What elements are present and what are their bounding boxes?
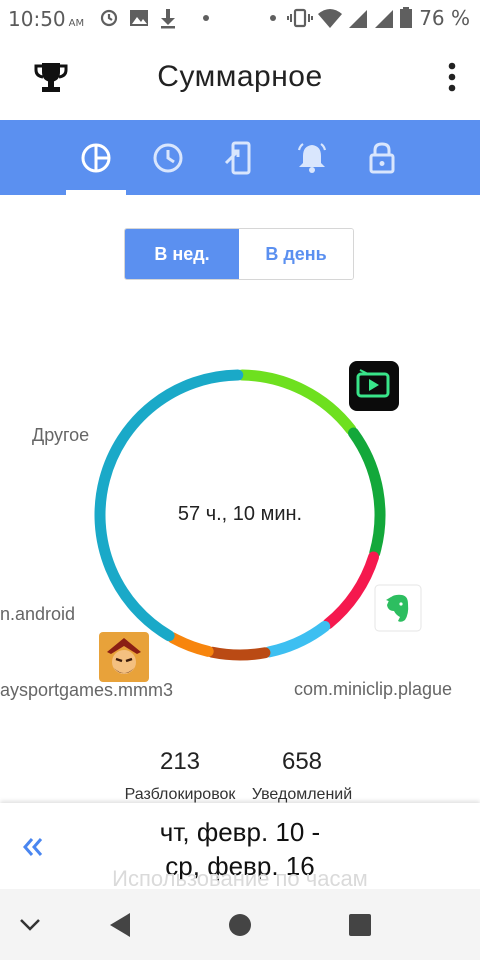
page-title: Суммарное	[157, 60, 323, 93]
donut-slice-4[interactable]	[206, 646, 271, 661]
slice-label-plague: com.miniclip.plague	[294, 679, 453, 699]
status-time: 10:50 AM	[8, 7, 84, 31]
status-right: 76 %	[263, 6, 470, 30]
sync-icon	[100, 9, 118, 27]
recents-square-icon	[349, 913, 371, 936]
donut-slice-0[interactable]	[236, 369, 357, 436]
donut-slice-3[interactable]	[263, 620, 331, 658]
unlocks-value: 213	[159, 748, 201, 775]
double-chevron-left-icon[interactable]	[22, 837, 44, 857]
image-icon	[130, 10, 148, 26]
donut-slice-1[interactable]	[348, 427, 386, 559]
notification-icons	[100, 9, 209, 29]
app-bar: Суммарное	[0, 36, 480, 120]
ampm-text: AM	[68, 18, 85, 29]
chevron-down-icon	[20, 918, 40, 931]
back-triangle-icon	[110, 912, 130, 937]
nav-back-button[interactable]	[96, 889, 144, 960]
notifications-stat: 658 Уведомлений	[232, 748, 372, 804]
dot-small-icon	[270, 15, 277, 21]
nav-recents-button[interactable]	[336, 889, 384, 960]
system-nav-bar	[0, 889, 480, 960]
tab-bar	[0, 120, 480, 195]
donut-slice-5[interactable]	[167, 632, 214, 657]
vibrate-icon	[287, 8, 314, 28]
slice-label-mmm3: aysportgames.mmm3	[0, 680, 174, 700]
date-range-start: чт, февр. 10 -	[159, 817, 321, 847]
more-vert-icon[interactable]	[448, 62, 456, 92]
battery-percent: 76 %	[419, 6, 470, 30]
dot-icon	[203, 15, 209, 21]
week-toggle-button[interactable]: В нед.	[125, 229, 239, 279]
clock-icon	[153, 143, 183, 172]
nav-home-button[interactable]	[216, 889, 264, 960]
tab-summary[interactable]	[66, 120, 126, 195]
tab-indicator	[66, 190, 126, 195]
clock-text: 10:50	[8, 7, 66, 31]
unlocks-label: Разблокировок	[124, 786, 236, 803]
home-circle-icon	[229, 913, 251, 936]
download-icon	[161, 9, 175, 29]
slice-label-android: n.android	[0, 604, 76, 624]
tab-notifications[interactable]	[282, 120, 342, 195]
donut-slice-2[interactable]	[322, 551, 380, 630]
bell-icon	[297, 142, 327, 173]
period-toggle: В нед. В день	[124, 228, 354, 280]
unlocks-stat: 213 Разблокировок	[110, 748, 250, 804]
day-toggle-button[interactable]: В день	[239, 229, 353, 279]
status-bar: 10:50 AM 76 %	[0, 0, 480, 36]
wifi-icon	[318, 9, 343, 28]
nav-collapse-button[interactable]	[10, 889, 50, 960]
game-app-icon	[99, 632, 149, 682]
evernote-icon	[374, 584, 422, 632]
tab-unlocks[interactable]	[210, 120, 270, 195]
signal-icon	[349, 10, 368, 28]
notifications-value: 658	[281, 748, 323, 775]
phone-open-icon	[224, 141, 251, 174]
pie-chart-icon	[81, 143, 111, 172]
video-app-icon	[349, 361, 399, 411]
slice-label-other: Другое	[32, 425, 90, 445]
total-usage-time: 57 ч., 10 мин.	[177, 503, 303, 525]
signal-2-icon	[375, 10, 394, 28]
notifications-label: Уведомлений	[251, 786, 353, 803]
tab-timeline[interactable]	[138, 120, 198, 195]
lock-icon	[369, 141, 395, 173]
battery-icon	[400, 7, 413, 28]
tab-lock[interactable]	[352, 120, 412, 195]
